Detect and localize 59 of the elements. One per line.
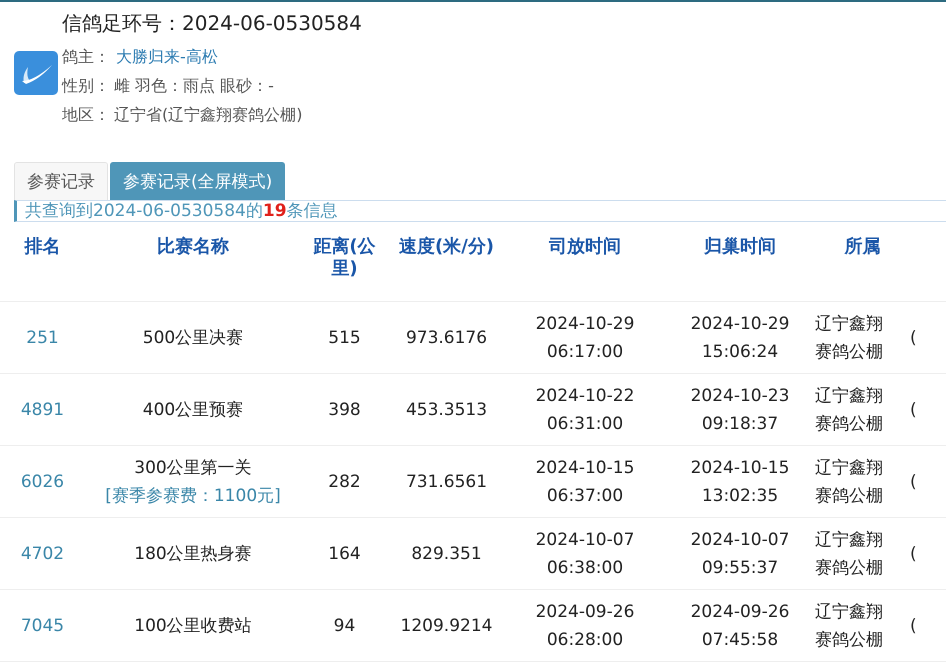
result-summary: 共查询到2024-06-0530584的19条信息	[14, 200, 946, 222]
table-cell-text: (	[910, 614, 917, 638]
table-cell-text: 398	[328, 398, 361, 422]
table-cell-text: 2024-10-15 06:37:00	[534, 456, 636, 508]
table-cell-text: (	[910, 542, 917, 566]
column-header: 司放时间	[549, 236, 621, 258]
table-cell-text: 2024-10-07 06:38:00	[534, 528, 636, 580]
table-cell-text: 2024-10-29 06:17:00	[534, 312, 636, 364]
race-name: 300公里第一关	[133, 456, 253, 480]
table-cell-text: 829.351	[411, 542, 482, 566]
table-cell-text: 2024-10-07 09:55:37	[690, 528, 790, 580]
field-value: 雌 羽色：雨点 眼砂：-	[114, 76, 274, 97]
field-value: 辽宁省(辽宁鑫翔赛鸽公棚)	[114, 105, 302, 126]
table-cell-text: 2024-10-22 06:31:00	[534, 384, 636, 436]
owner-link[interactable]: 大勝归来-高松	[116, 47, 218, 68]
rank-link[interactable]: 251	[26, 324, 59, 352]
fee-link[interactable]: [赛季参赛费：1100元]	[93, 482, 293, 510]
table-cell-text: (	[910, 398, 917, 422]
race-name: 100公里收费站	[134, 614, 252, 638]
column-header: 比赛名称	[157, 236, 229, 258]
table-cell-text: (	[910, 326, 917, 350]
table-cell-text: 282	[328, 470, 361, 494]
rank-link[interactable]: 7045	[20, 612, 64, 640]
rank-link[interactable]: 4891	[20, 396, 64, 424]
table-cell-text: 515	[328, 326, 361, 350]
field-label: 鸽主：	[62, 47, 110, 68]
column-header: 速度(米/分)	[398, 236, 494, 258]
table-cell-text: 453.3513	[406, 398, 488, 422]
table-cell-text: 731.6561	[406, 470, 488, 494]
table-cell-text: 辽宁鑫翔赛鸽公棚	[815, 528, 884, 580]
table-cell-text: 1209.9214	[400, 614, 492, 638]
table-cell-text: 94	[334, 614, 356, 638]
rank-link[interactable]: 4702	[20, 540, 64, 568]
table-cell-text: 2024-10-15 13:02:35	[690, 456, 790, 508]
table-cell-text: 2024-09-26 07:45:58	[690, 600, 790, 652]
table-cell-text: 164	[328, 542, 361, 566]
ring-number-title: 信鸽足环号：2024-06-0530584	[62, 10, 362, 37]
rank-link[interactable]: 6026	[20, 468, 64, 496]
table-cell-text: 辽宁鑫翔赛鸽公棚	[815, 312, 884, 364]
bird-logo-icon	[14, 51, 58, 95]
race-name: 400公里预赛	[142, 398, 244, 422]
table-cell-text: 2024-10-29 15:06:24	[690, 312, 790, 364]
column-header: 所属	[844, 236, 880, 258]
table-cell-text: 973.6176	[406, 326, 488, 350]
race-name: 500公里决赛	[142, 326, 244, 350]
table-cell-text: 2024-10-23 09:18:37	[690, 384, 790, 436]
tab[interactable]: 参赛记录(全屏模式)	[110, 162, 286, 200]
field-label: 性别：	[62, 76, 110, 97]
table-cell-text: 辽宁鑫翔赛鸽公棚	[815, 600, 884, 652]
column-header: 距离(公里)	[312, 236, 377, 280]
table-cell-text: (	[910, 470, 917, 494]
column-header: 归巢时间	[704, 236, 776, 258]
race-name: 180公里热身赛	[134, 542, 252, 566]
table-cell-text: 辽宁鑫翔赛鸽公棚	[815, 456, 884, 508]
column-header: 排名	[24, 236, 60, 258]
tab[interactable]: 参赛记录	[14, 162, 108, 200]
table-cell-text: 辽宁鑫翔赛鸽公棚	[815, 384, 884, 436]
field-label: 地区：	[62, 105, 110, 126]
table-cell-text: 2024-09-26 06:28:00	[534, 600, 636, 652]
